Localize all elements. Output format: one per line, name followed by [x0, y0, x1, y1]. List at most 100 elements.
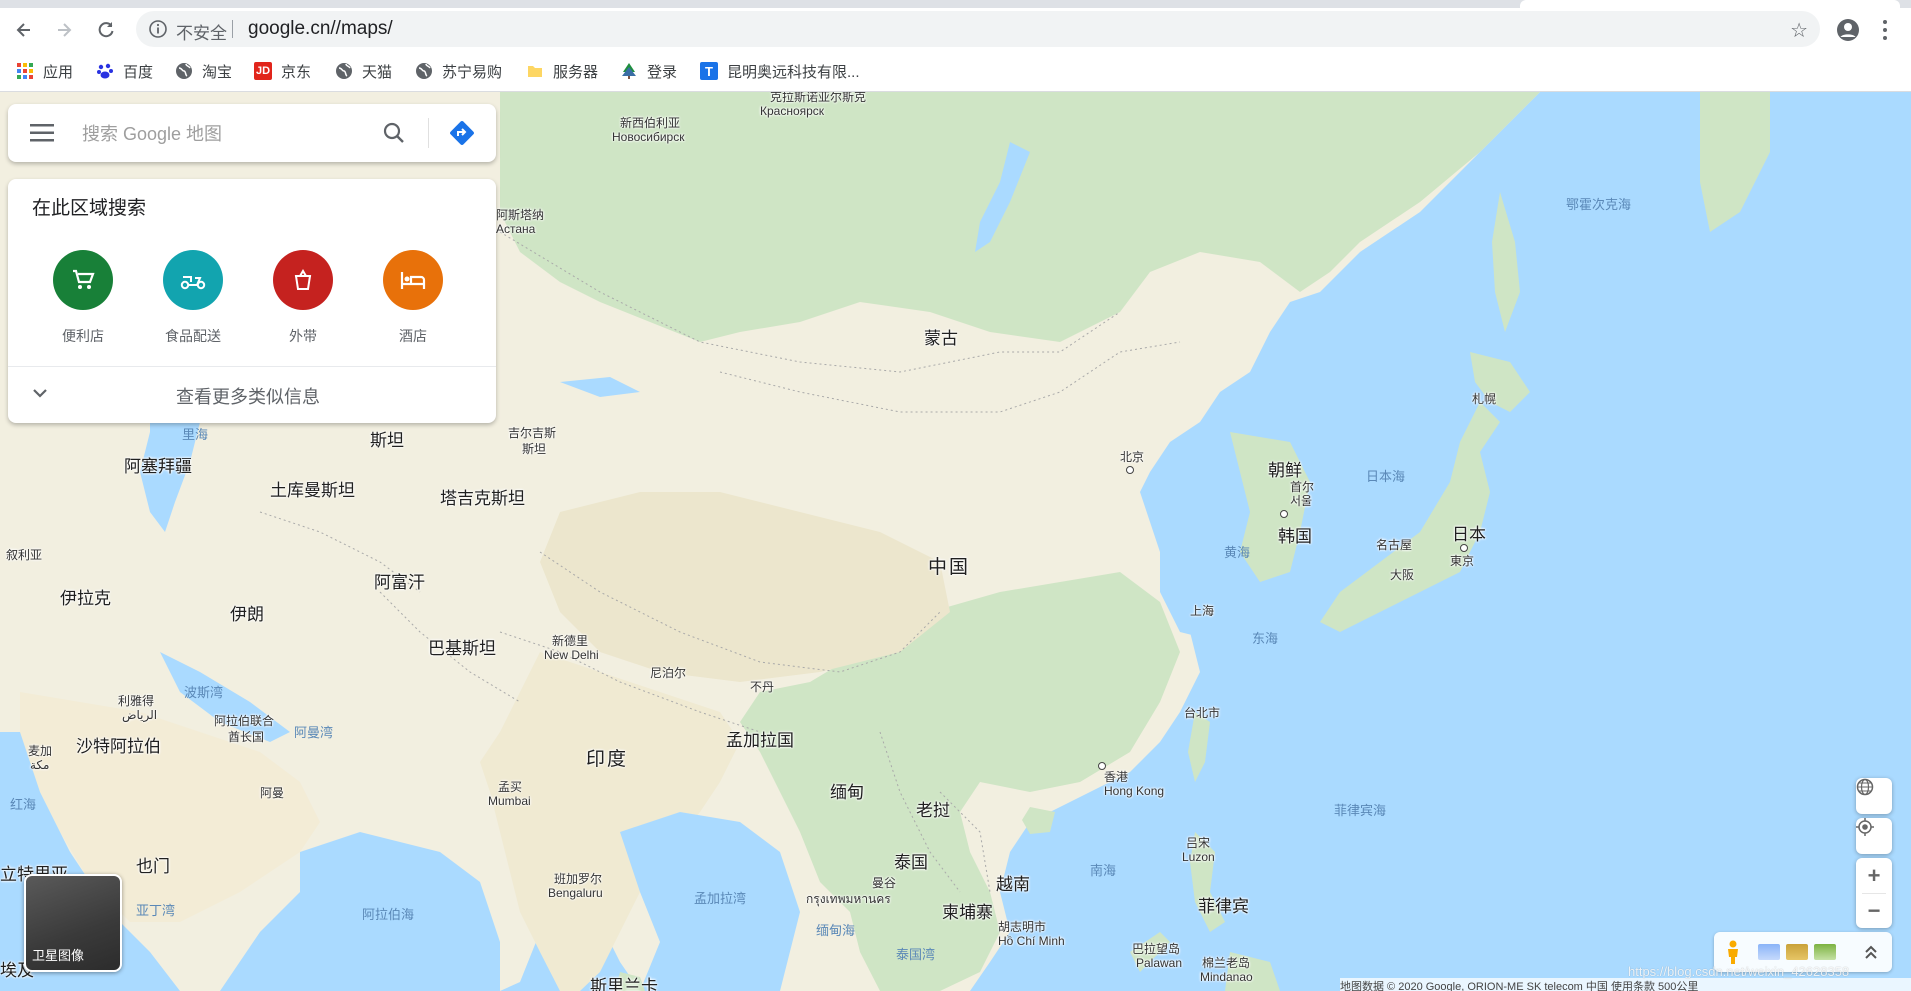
- label-hcm-cn: 胡志明市: [998, 920, 1047, 934]
- bookmark-label: 登录: [647, 63, 678, 81]
- label-bay-bengal: 孟加拉湾: [694, 891, 747, 906]
- label-yellow-sea: 黄海: [1224, 545, 1251, 560]
- category-label: 便利店: [62, 328, 104, 344]
- category-hotel[interactable]: 酒店: [358, 250, 468, 346]
- globe-icon: [415, 62, 433, 80]
- active-tab[interactable]: [1520, 0, 1900, 8]
- forward-button[interactable]: [52, 18, 76, 42]
- label-gulf-oman: 阿曼湾: [294, 725, 334, 740]
- label-bengaluru-en: Bengaluru: [548, 886, 603, 900]
- label-kyrgyz-b: 斯坦: [522, 442, 547, 456]
- label-hongkong-cn: 香港: [1104, 770, 1129, 784]
- address-bar[interactable]: 不安全 google.cn//maps/ ☆: [136, 11, 1820, 47]
- my-location-button[interactable]: [1856, 818, 1892, 854]
- map-attribution: 地图数据 © 2020 Google, ORION-ME SK telecom …: [1340, 978, 1911, 991]
- label-thailand: 泰国: [894, 853, 928, 872]
- bookmark-label: 百度: [123, 63, 154, 81]
- nearby-search-card: 在此区域搜索 便利店 食品配送 外带 酒店 查看更多类似信息: [8, 179, 496, 423]
- label-astana-kz: Астана: [496, 222, 536, 236]
- bookmark-tmall[interactable]: 天猫: [335, 61, 392, 81]
- label-beijing: 北京: [1120, 450, 1145, 464]
- label-gulf-thailand: 泰国湾: [896, 947, 936, 962]
- bookmark-server-folder[interactable]: 服务器: [526, 61, 598, 81]
- bookmark-star-icon[interactable]: ☆: [1790, 18, 1808, 43]
- globe-view-button[interactable]: [1856, 778, 1892, 814]
- divider: [428, 118, 429, 148]
- hotel-bed-icon: [383, 250, 443, 310]
- zoom-out-button[interactable]: −: [1868, 894, 1881, 928]
- label-turkmenistan: 土库曼斯坦: [270, 481, 355, 500]
- label-persian-gulf: 波斯湾: [184, 685, 224, 700]
- label-kyrgyz-a: 吉尔吉斯: [508, 426, 557, 440]
- bookmark-label: 昆明奥远科技有限...: [727, 63, 860, 81]
- label-syria: 叙利亚: [6, 548, 43, 562]
- profile-avatar-icon[interactable]: [1836, 18, 1860, 42]
- bookmark-label: 京东: [281, 63, 312, 81]
- more-options-icon[interactable]: [1882, 18, 1888, 42]
- category-food-delivery[interactable]: 食品配送: [138, 250, 248, 346]
- search-input[interactable]: [80, 116, 374, 152]
- zoom-control: + −: [1856, 858, 1892, 928]
- capital-marker: [1460, 544, 1468, 552]
- bookmark-baidu[interactable]: 百度: [96, 61, 153, 81]
- takeout-bag-icon: [273, 250, 333, 310]
- bookmark-jd[interactable]: JD 京东: [254, 61, 311, 81]
- reload-icon: [98, 22, 114, 38]
- label-china: 中国: [928, 557, 971, 578]
- label-japan: 日本: [1452, 525, 1486, 544]
- bookmark-taobao[interactable]: 淘宝: [175, 61, 232, 81]
- label-india: 印度: [586, 749, 629, 770]
- imagery-thumb-1[interactable]: [1758, 944, 1780, 960]
- label-riyadh-ar: الرياض: [122, 708, 158, 722]
- bookmark-label: 应用: [43, 63, 74, 81]
- bookmark-label: 天猫: [362, 63, 393, 81]
- label-yemen: 也门: [136, 857, 170, 876]
- divider: [232, 20, 233, 38]
- imagery-thumb-2[interactable]: [1786, 944, 1808, 960]
- back-button[interactable]: [12, 18, 36, 42]
- land-taiwan: [1188, 712, 1210, 782]
- label-pakistan: 巴基斯坦: [428, 639, 496, 658]
- label-oman: 阿曼: [260, 786, 285, 800]
- label-caspian: 里海: [182, 427, 209, 442]
- bookmark-suning[interactable]: 苏宁易购: [415, 61, 502, 81]
- land-sakhalin: [1492, 192, 1520, 332]
- globe-icon: [335, 62, 353, 80]
- category-label: 食品配送: [165, 328, 221, 344]
- label-novosibirsk-cn: 新西伯利亚: [620, 116, 681, 130]
- label-osaka: 大阪: [1390, 568, 1415, 582]
- label-uzbek-b: 斯坦: [370, 431, 404, 450]
- label-novosibirsk-ru: Новосибирск: [612, 130, 685, 144]
- label-hongkong-en: Hong Kong: [1104, 784, 1165, 798]
- bookmark-kunming[interactable]: T 昆明奥远科技有限...: [700, 61, 860, 81]
- directions-icon[interactable]: [448, 119, 476, 147]
- label-okhotsk-sea: 鄂霍次克海: [1566, 197, 1632, 212]
- label-bangladesh: 孟加拉国: [726, 731, 794, 750]
- bookmark-apps[interactable]: 应用: [16, 61, 73, 81]
- label-laos: 老挝: [916, 801, 950, 820]
- chevron-up-icon[interactable]: [1864, 944, 1878, 960]
- baidu-paw-icon: [96, 62, 114, 80]
- label-cambodia: 柬埔寨: [942, 903, 993, 922]
- label-bangkok-th: กรุงเทพมหานคร: [806, 892, 891, 906]
- category-takeout[interactable]: 外带: [248, 250, 358, 346]
- label-hcm-vn: Hồ Chí Minh: [998, 934, 1065, 948]
- hamburger-menu-icon[interactable]: [30, 124, 54, 142]
- label-red-sea: 红海: [10, 797, 37, 812]
- chevron-down-icon[interactable]: [30, 383, 50, 403]
- zoom-in-button[interactable]: +: [1868, 859, 1881, 893]
- label-vietnam: 越南: [996, 875, 1030, 894]
- label-mumbai-cn: 孟买: [498, 780, 523, 794]
- label-mindanao-cn: 棉兰老岛: [1202, 956, 1251, 970]
- label-seoul-kr: 서울: [1290, 494, 1313, 508]
- info-icon[interactable]: [148, 19, 168, 39]
- pegman-icon[interactable]: [1726, 940, 1740, 964]
- url-text[interactable]: google.cn//maps/: [248, 18, 393, 40]
- see-more-link[interactable]: 查看更多类似信息: [176, 383, 320, 409]
- satellite-layer-toggle[interactable]: 卫星图像: [24, 874, 122, 972]
- category-convenience-store[interactable]: 便利店: [28, 250, 138, 346]
- imagery-thumb-3[interactable]: [1814, 944, 1836, 960]
- search-icon[interactable]: [382, 121, 406, 145]
- reload-button[interactable]: [94, 18, 118, 42]
- bookmark-login[interactable]: 登录: [620, 61, 677, 81]
